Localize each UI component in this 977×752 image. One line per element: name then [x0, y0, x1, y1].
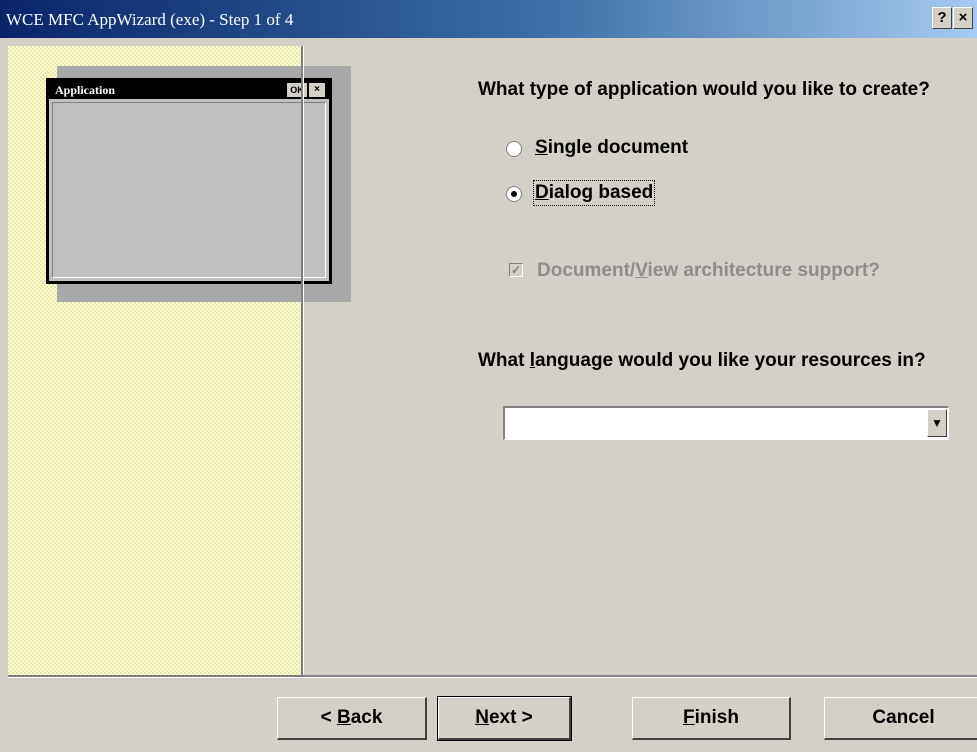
preview-client-area — [52, 102, 326, 278]
application-preview: Application OK × — [46, 78, 332, 284]
finish-button[interactable]: Finish — [632, 697, 791, 740]
docview-checkbox[interactable]: ✓ — [509, 263, 523, 277]
preview-title-bar: Application OK × — [49, 81, 329, 99]
help-button[interactable]: ? — [932, 7, 952, 29]
preview-close-icon: × — [309, 83, 325, 97]
window-title: WCE MFC AppWizard (exe) - Step 1 of 4 — [6, 10, 294, 29]
dialog-based-radio[interactable] — [506, 186, 522, 202]
title-bar: WCE MFC AppWizard (exe) - Step 1 of 4 ? … — [0, 0, 977, 38]
panel-divider — [301, 46, 304, 675]
next-button[interactable]: Next > — [437, 696, 572, 741]
dropdown-arrow-button[interactable]: ▼ — [927, 409, 947, 437]
button-divider — [8, 675, 977, 678]
app-type-question: What type of application would you like … — [478, 79, 930, 100]
close-button[interactable]: × — [953, 7, 973, 29]
close-icon: × — [958, 9, 968, 26]
radio-selected-dot — [511, 191, 517, 197]
single-document-radio[interactable] — [506, 141, 522, 157]
preview-title: Application — [55, 83, 116, 97]
language-dropdown[interactable]: ▼ — [503, 406, 949, 440]
back-button[interactable]: < Back — [277, 697, 427, 740]
help-icon: ? — [937, 9, 947, 26]
chevron-down-icon: ▼ — [931, 416, 943, 430]
preview-ok-icon: OK — [287, 83, 307, 97]
docview-label: Document/View architecture support? — [537, 260, 880, 281]
language-question: What language would you like your resour… — [478, 350, 926, 371]
dialog-based-label[interactable]: Dialog based — [532, 180, 656, 206]
cancel-button[interactable]: Cancel — [824, 697, 977, 740]
single-document-label[interactable]: Single document — [535, 137, 688, 159]
